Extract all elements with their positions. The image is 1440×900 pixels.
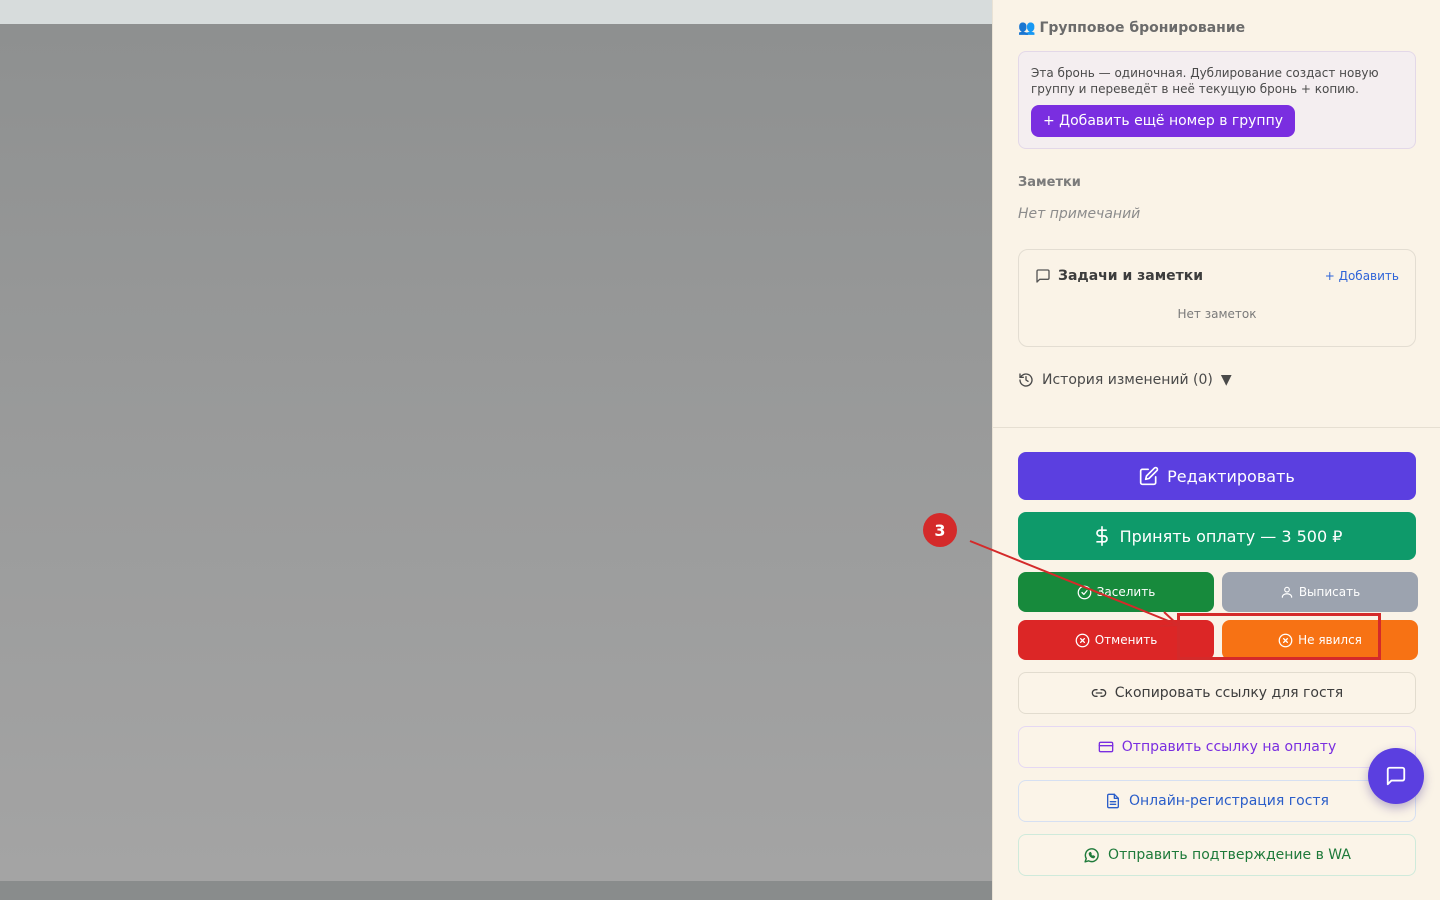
link-icon: [1091, 685, 1107, 701]
group-booking-box: Эта бронь — одиночная. Дублирование созд…: [1018, 51, 1416, 149]
credit-card-icon: [1098, 739, 1114, 755]
annotation-highlight-box: [1177, 613, 1381, 660]
edit-button[interactable]: Редактировать: [1018, 452, 1416, 500]
tasks-and-notes-card: Задачи и заметки + Добавить Нет заметок: [1018, 249, 1416, 347]
check-circle-icon: [1077, 585, 1092, 600]
background-top-bar: [0, 0, 992, 24]
chevron-down-icon: ▼: [1220, 372, 1232, 388]
pencil-square-icon: [1139, 466, 1159, 486]
annotation-step-marker: 3: [923, 513, 957, 547]
history-label: История изменений (0): [1042, 372, 1213, 388]
send-payment-link-label: Отправить ссылку на оплату: [1121, 739, 1337, 755]
online-registration-button[interactable]: Онлайн-регистрация гостя: [1018, 780, 1416, 822]
copy-guest-link-button[interactable]: Скопировать ссылку для гостя: [1018, 672, 1416, 714]
group-booking-title: 👥 Групповое бронирование: [1018, 20, 1245, 36]
modal-backdrop-overlay[interactable]: [0, 24, 992, 881]
check-in-button[interactable]: Заселить: [1018, 572, 1214, 612]
send-payment-link-button[interactable]: Отправить ссылку на оплату: [1018, 726, 1416, 768]
cancel-booking-label: Отменить: [1094, 633, 1158, 647]
chat-button[interactable]: [1368, 748, 1424, 804]
tasks-title: Задачи и заметки: [1058, 268, 1204, 284]
online-registration-label: Онлайн-регистрация гостя: [1129, 793, 1329, 809]
accept-payment-label: Принять оплату — 3 500 ₽: [1119, 526, 1343, 546]
whatsapp-icon: [1083, 847, 1100, 864]
background-bottom-strip: [0, 881, 992, 900]
group-booking-title-text: Групповое бронирование: [1039, 20, 1246, 36]
group-booking-description: Эта бронь — одиночная. Дублирование созд…: [1031, 66, 1379, 96]
send-wa-confirmation-label: Отправить подтверждение в WA: [1108, 847, 1351, 863]
check-out-label: Выписать: [1298, 585, 1361, 599]
edit-button-label: Редактировать: [1167, 466, 1295, 486]
dollar-icon: [1092, 526, 1112, 546]
send-wa-confirmation-button[interactable]: Отправить подтверждение в WA: [1018, 834, 1416, 876]
notes-title: Заметки: [1018, 175, 1081, 190]
chat-bubble-icon: [1035, 268, 1051, 284]
user-icon: [1280, 585, 1294, 599]
document-icon: [1105, 793, 1121, 809]
check-out-button[interactable]: Выписать: [1222, 572, 1418, 612]
copy-guest-link-label: Скопировать ссылку для гостя: [1114, 685, 1344, 701]
x-circle-icon: [1075, 633, 1090, 648]
chat-bubble-icon: [1385, 765, 1407, 787]
history-icon: [1018, 372, 1034, 388]
add-room-to-group-button[interactable]: + Добавить ещё номер в группу: [1031, 105, 1296, 137]
people-icon: 👥: [1018, 20, 1036, 36]
tasks-empty-text: Нет заметок: [1177, 307, 1257, 321]
history-toggle[interactable]: История изменений (0) ▼: [1018, 372, 1232, 388]
add-task-button[interactable]: + Добавить: [1325, 269, 1399, 283]
accept-payment-button[interactable]: Принять оплату — 3 500 ₽: [1018, 512, 1416, 560]
notes-empty-text: Нет примечаний: [1018, 206, 1141, 222]
check-in-label: Заселить: [1096, 585, 1156, 599]
divider: [993, 427, 1440, 428]
